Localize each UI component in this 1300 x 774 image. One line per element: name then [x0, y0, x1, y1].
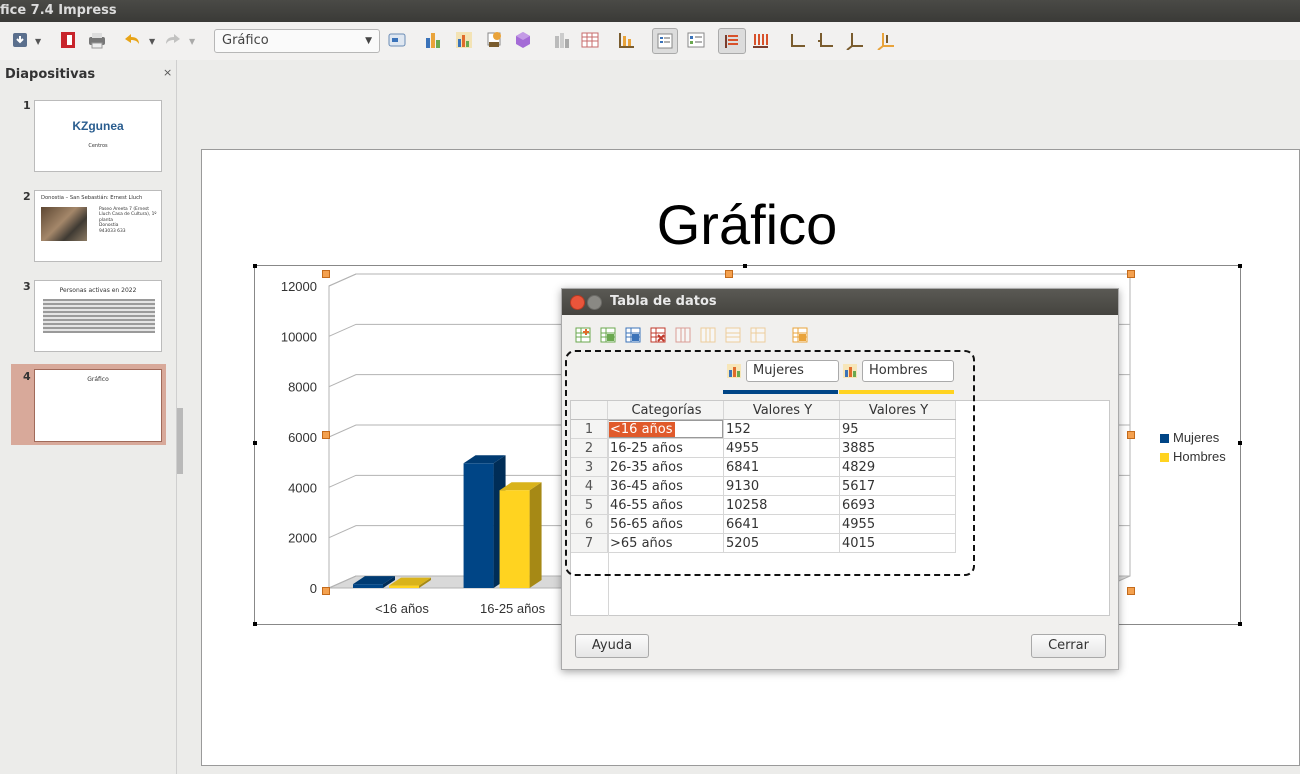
minimize-icon[interactable]: [587, 295, 602, 310]
legend-swatch: [1160, 434, 1169, 444]
legend-label: Mujeres: [1173, 430, 1220, 445]
move-row-down-icon[interactable]: [792, 327, 808, 343]
resize-handle[interactable]: [322, 587, 330, 595]
insert-text-column-icon[interactable]: [625, 327, 641, 343]
y-tick-label: 10000: [281, 329, 317, 344]
delete-series-icon[interactable]: [675, 327, 691, 343]
y-tick-label: 0: [310, 581, 317, 596]
close-icon[interactable]: [570, 295, 585, 310]
bar-front: [353, 584, 383, 588]
legend-item: Hombres: [1160, 447, 1226, 466]
x-tick-label: <16 años: [375, 601, 429, 616]
bar-front: [389, 585, 419, 588]
resize-handle[interactable]: [1127, 431, 1135, 439]
help-button[interactable]: Ayuda: [575, 634, 649, 658]
move-series-right-icon[interactable]: [700, 327, 716, 343]
delete-row-icon[interactable]: [650, 327, 666, 343]
bar-front: [463, 463, 494, 588]
move-series-left-icon[interactable]: [725, 327, 741, 343]
legend-label: Hombres: [1173, 449, 1226, 464]
legend-swatch: [1160, 453, 1169, 463]
annotation-highlight-box: [565, 350, 975, 576]
resize-handle[interactable]: [322, 431, 330, 439]
move-row-up-icon[interactable]: [750, 327, 766, 343]
insert-row-icon[interactable]: [575, 327, 591, 343]
bar-hombres-1: [499, 482, 542, 588]
resize-handle[interactable]: [322, 270, 330, 278]
y-tick-label: 6000: [288, 430, 317, 445]
legend-item: Mujeres: [1160, 428, 1226, 447]
resize-handle[interactable]: [1127, 587, 1135, 595]
close-button[interactable]: Cerrar: [1031, 634, 1106, 658]
bar-side: [529, 482, 542, 588]
insert-series-icon[interactable]: [600, 327, 616, 343]
bar-mujeres-1: [463, 455, 506, 588]
dialog-titlebar[interactable]: Tabla de datos: [562, 289, 1118, 315]
resize-handle[interactable]: [725, 270, 733, 278]
y-tick-label: 4000: [288, 480, 317, 495]
bar-front: [499, 490, 530, 588]
y-tick-label: 12000: [281, 279, 317, 294]
dialog-title: Tabla de datos: [610, 294, 717, 309]
y-tick-label: 2000: [288, 531, 317, 546]
y-tick-label: 8000: [288, 380, 317, 395]
chart-legend[interactable]: Mujeres Hombres: [1160, 428, 1226, 466]
resize-handle[interactable]: [1127, 270, 1135, 278]
x-tick-label: 16-25 años: [480, 601, 546, 616]
